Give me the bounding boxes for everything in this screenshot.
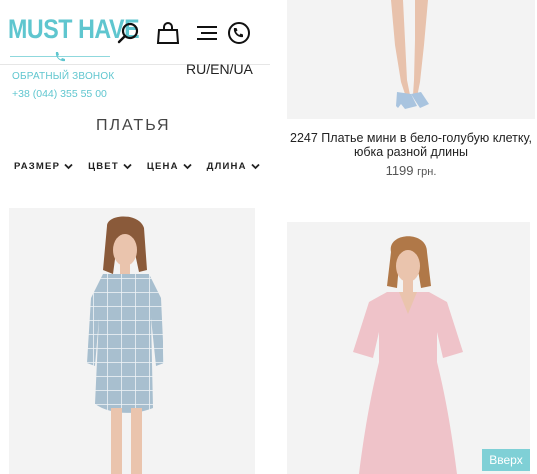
filter-size[interactable]: РАЗМЕР <box>14 161 73 172</box>
filter-color[interactable]: ЦВЕТ <box>88 161 132 172</box>
chevron-down-icon <box>251 163 260 170</box>
filter-price[interactable]: ЦЕНА <box>147 161 192 172</box>
phone-icon[interactable] <box>226 20 252 46</box>
filter-label: ДЛИНА <box>206 161 247 172</box>
filter-label: РАЗМЕР <box>14 161 61 172</box>
search-icon[interactable] <box>116 20 142 46</box>
chevron-down-icon <box>123 163 132 170</box>
filter-bar: РАЗМЕР ЦВЕТ ЦЕНА ДЛИНА <box>14 161 275 172</box>
product-price: 1199 грн. <box>287 163 535 178</box>
price-value: 1199 <box>385 163 414 178</box>
phone-handset-icon <box>54 50 66 68</box>
shopping-bag-icon[interactable] <box>155 20 181 46</box>
product-image[interactable] <box>287 222 530 474</box>
language-switcher[interactable]: RU/EN/UA <box>186 61 253 77</box>
filter-label: ЦВЕТ <box>88 161 119 172</box>
filter-label: ЦЕНА <box>146 161 179 172</box>
product-image[interactable] <box>287 0 535 119</box>
chevron-down-icon <box>64 163 73 170</box>
menu-icon[interactable] <box>194 20 220 46</box>
product-title[interactable]: 2247 Платье мини в бело-голубую клетку, … <box>287 131 535 159</box>
chevron-down-icon <box>183 163 192 170</box>
product-image[interactable] <box>9 208 255 474</box>
price-currency: грн. <box>417 166 437 178</box>
page-title: ПЛАТЬЯ <box>96 117 171 134</box>
filter-length[interactable]: ДЛИНА <box>207 161 260 172</box>
scroll-to-top-button[interactable]: Вверх <box>482 449 530 471</box>
phone-number[interactable]: +38 (044) 355 55 00 <box>12 88 107 100</box>
callback-link[interactable]: ОБРАТНЫЙ ЗВОНОК <box>12 71 114 82</box>
